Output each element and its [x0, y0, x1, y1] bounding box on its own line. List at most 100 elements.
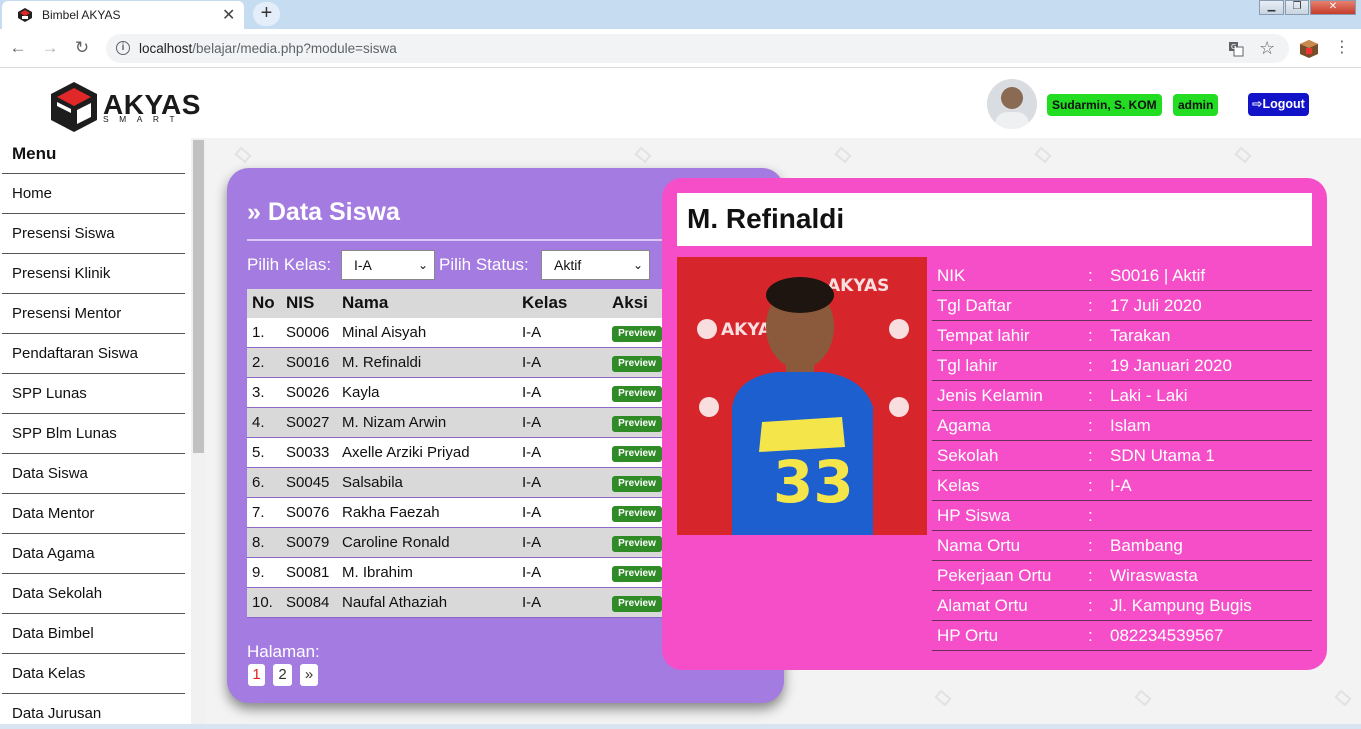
detail-colon: :	[1088, 596, 1093, 615]
status-filter-label: Pilih Status:	[439, 255, 529, 274]
minimize-window-button[interactable]: ▁	[1259, 0, 1284, 15]
student-name-box: M. Refinaldi	[677, 193, 1312, 246]
table-row: 5. S0033 Axelle Arziki Priyad I-A Preview	[247, 438, 677, 468]
cell-nis: S0076	[286, 504, 330, 521]
sidebar-item-label: SPP Lunas	[12, 385, 87, 402]
panel-title-text: Data Siswa	[267, 198, 400, 226]
detail-row: HP Siswa:	[932, 501, 1312, 531]
preview-button[interactable]: Preview	[612, 416, 662, 432]
column-header: Kelas	[522, 293, 568, 312]
kelas-select[interactable]: I-A ⌄	[341, 250, 435, 280]
detail-colon: :	[1088, 326, 1093, 345]
sidebar-item-label: Pendaftaran Siswa	[12, 345, 138, 362]
kelas-select-value: I-A	[354, 257, 372, 273]
avatar[interactable]	[987, 79, 1037, 129]
forward-arrow-icon[interactable]: →	[41, 39, 59, 57]
cell-kelas: I-A	[522, 384, 542, 401]
sidebar-item-label: Data Mentor	[12, 505, 95, 522]
sidebar-item-presensi-siswa[interactable]: Presensi Siswa	[2, 213, 185, 253]
detail-key: Agama	[937, 416, 991, 435]
sidebar-item-label: Home	[12, 185, 53, 202]
double-chevron-icon: »	[247, 198, 268, 226]
scrollbar-thumb[interactable]	[193, 140, 204, 453]
maximize-window-button[interactable]: ❐	[1285, 0, 1309, 15]
sidebar-item-label: Data Sekolah	[12, 585, 103, 602]
bookmark-star-icon[interactable]: ☆	[1259, 38, 1275, 59]
sidebar-item-presensi-klinik[interactable]: Presensi Klinik	[2, 253, 185, 293]
back-arrow-icon[interactable]: ←	[9, 39, 27, 57]
cell-nis: S0027	[286, 414, 330, 431]
preview-button[interactable]: Preview	[612, 386, 662, 402]
cell-nama: M. Nizam Arwin	[342, 414, 447, 431]
detail-value: 17 Juli 2020	[1110, 296, 1202, 315]
detail-row: Pekerjaan Ortu: Wiraswasta	[932, 561, 1312, 591]
preview-button[interactable]: Preview	[612, 326, 662, 342]
chrome-menu-icon[interactable]: ⋮	[1333, 39, 1351, 57]
cell-nama: Caroline Ronald	[342, 534, 450, 551]
sidebar-item-data-agama[interactable]: Data Agama	[2, 533, 185, 573]
reload-icon[interactable]: ↻	[73, 39, 91, 57]
translate-icon[interactable]: G	[1228, 41, 1244, 57]
cell-no: 1.	[252, 324, 265, 341]
sidebar-item-data-kelas[interactable]: Data Kelas	[2, 653, 185, 693]
sidebar-item-spp-lunas[interactable]: SPP Lunas	[2, 373, 185, 413]
sidebar-item-presensi-mentor[interactable]: Presensi Mentor	[2, 293, 185, 333]
detail-key: HP Siswa	[937, 506, 1011, 525]
divider	[247, 239, 677, 241]
cell-no: 7.	[252, 504, 265, 521]
browser-tab[interactable]: Bimbel AKYAS ✕	[2, 1, 244, 29]
next-page-link[interactable]: »	[300, 664, 318, 686]
close-tab-icon[interactable]: ✕	[222, 5, 235, 25]
close-window-button[interactable]: ✕	[1310, 0, 1356, 15]
sidebar-item-data-siswa[interactable]: Data Siswa	[2, 453, 185, 493]
preview-button[interactable]: Preview	[612, 476, 662, 492]
sidebar-scrollbar[interactable]	[191, 138, 206, 729]
sidebar-item-pendaftaran-siswa[interactable]: Pendaftaran Siswa	[2, 333, 185, 373]
cell-nis: S0033	[286, 444, 330, 461]
sidebar-item-data-sekolah[interactable]: Data Sekolah	[2, 573, 185, 613]
logout-label: Logout	[1262, 97, 1305, 111]
logout-button[interactable]: ⇨Logout	[1248, 93, 1309, 116]
new-tab-button[interactable]: +	[253, 2, 280, 26]
detail-value: SDN Utama 1	[1110, 446, 1215, 465]
sidebar-item-home[interactable]: Home	[2, 173, 185, 213]
page-1-link[interactable]: 1	[248, 664, 265, 686]
pattern-icon	[834, 146, 852, 164]
table-row: 2. S0016 M. Refinaldi I-A Preview	[247, 348, 677, 378]
preview-button[interactable]: Preview	[612, 356, 662, 372]
table-header: No NIS Nama Kelas Aksi	[247, 289, 677, 318]
preview-button[interactable]: Preview	[612, 596, 662, 612]
sidebar-item-label: Data Siswa	[12, 465, 88, 482]
menu-title: Menu	[12, 144, 57, 163]
preview-button[interactable]: Preview	[612, 506, 662, 522]
site-info-icon[interactable]: i	[116, 41, 130, 55]
tab-title: Bimbel AKYAS	[42, 8, 121, 22]
sidebar-item-data-bimbel[interactable]: Data Bimbel	[2, 613, 185, 653]
detail-value: S0016 | Aktif	[1110, 266, 1206, 285]
sidebar-item-data-mentor[interactable]: Data Mentor	[2, 493, 185, 533]
extension-icon[interactable]	[1298, 38, 1320, 60]
sidebar: Menu Home Presensi Siswa Presensi Klinik…	[0, 138, 191, 729]
sidebar-item-spp-blm-lunas[interactable]: SPP Blm Lunas	[2, 413, 185, 453]
address-bar[interactable]: i localhost/belajar/media.php?module=sis…	[106, 34, 1289, 63]
table-row: 7. S0076 Rakha Faezah I-A Preview	[247, 498, 677, 528]
preview-button[interactable]: Preview	[612, 446, 662, 462]
detail-value: Bambang	[1110, 536, 1183, 555]
page-2-link[interactable]: 2	[273, 664, 292, 686]
table-row: 9. S0081 M. Ibrahim I-A Preview	[247, 558, 677, 588]
detail-value: 19 Januari 2020	[1110, 356, 1232, 375]
url-text[interactable]: localhost/belajar/media.php?module=siswa	[139, 41, 397, 56]
table-row: 1. S0006 Minal Aisyah I-A Preview	[247, 318, 677, 348]
cell-nis: S0026	[286, 384, 330, 401]
pattern-icon	[1134, 689, 1152, 707]
preview-button[interactable]: Preview	[612, 566, 662, 582]
cell-nis: S0006	[286, 324, 330, 341]
cell-no: 8.	[252, 534, 265, 551]
detail-colon: :	[1088, 506, 1093, 525]
logo-tagline: SMART	[103, 114, 186, 124]
status-select[interactable]: Aktif ⌄	[541, 250, 650, 280]
cell-kelas: I-A	[522, 564, 542, 581]
preview-button[interactable]: Preview	[612, 536, 662, 552]
cell-no: 3.	[252, 384, 265, 401]
pattern-icon	[1334, 689, 1352, 707]
